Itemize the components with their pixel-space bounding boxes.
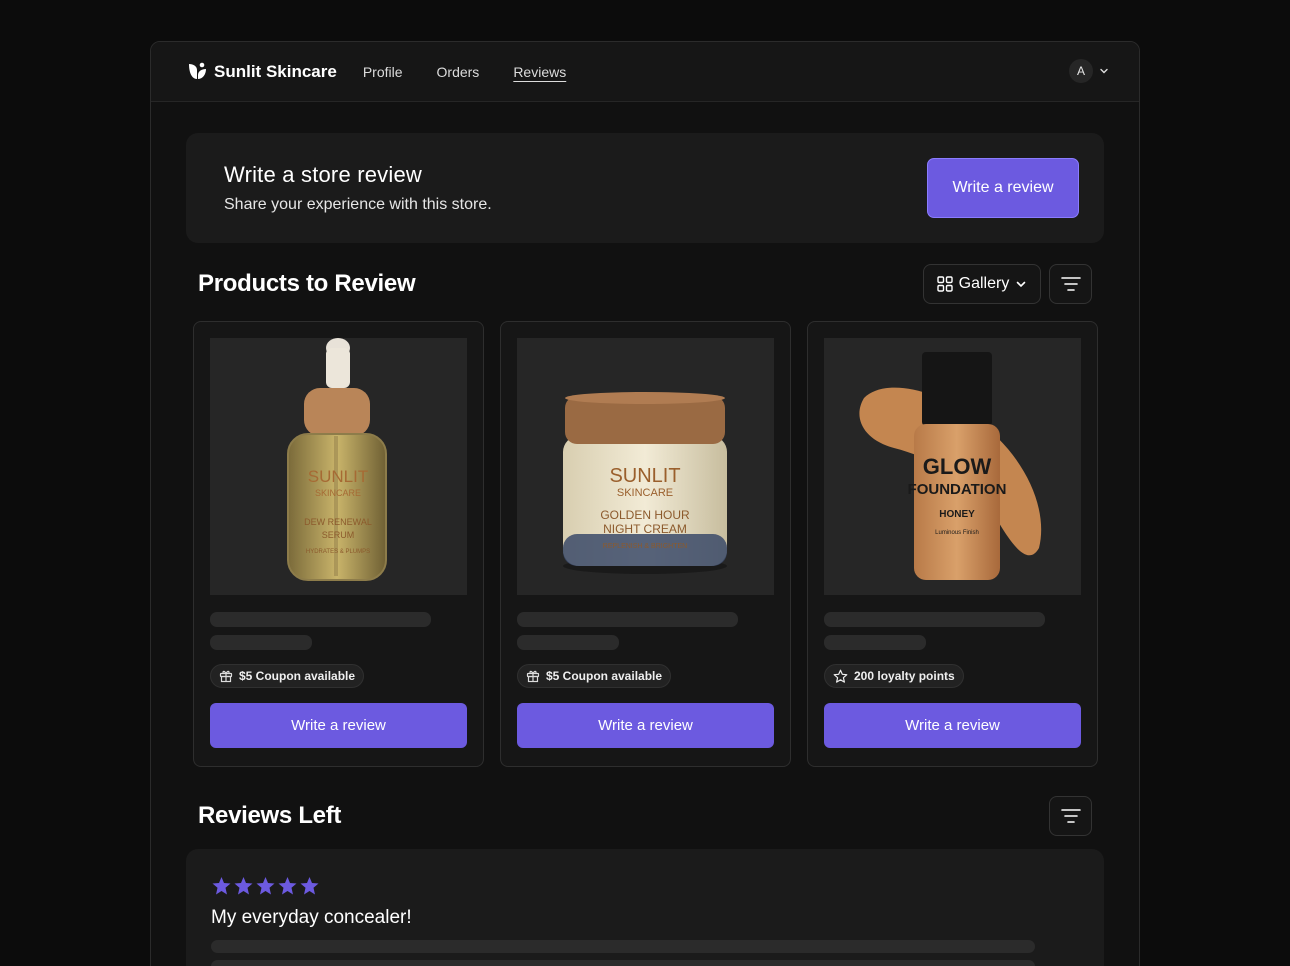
product-image-text: SKINCARE — [315, 488, 361, 498]
write-store-review-button[interactable]: Write a review — [927, 158, 1079, 218]
product-image-serum: SUNLIT SKINCARE DEW RENEWAL SERUM HYDRAT… — [210, 338, 467, 595]
loading-placeholder — [211, 940, 1035, 953]
product-image-text: SKINCARE — [617, 487, 673, 499]
account-menu[interactable]: A — [1069, 59, 1109, 83]
reward-text: $5 Coupon available — [239, 669, 356, 683]
nav-link-reviews[interactable]: Reviews — [513, 64, 566, 80]
review-title: My everyday concealer! — [211, 907, 412, 928]
star-filled-icon — [256, 877, 275, 895]
write-review-button[interactable]: Write a review — [824, 703, 1081, 748]
product-image-text: SUNLIT — [308, 467, 368, 486]
loading-placeholder — [517, 612, 738, 627]
grid-icon — [936, 276, 953, 292]
product-image-text: DEW RENEWAL — [304, 517, 372, 527]
brand[interactable]: Sunlit Skincare — [187, 61, 337, 82]
filter-icon — [1060, 277, 1081, 291]
product-image-text: HYDRATES & PLUMPS — [306, 549, 370, 555]
reward-text: $5 Coupon available — [546, 669, 663, 683]
product-image-text: GLOW — [923, 454, 992, 479]
reward-text: 200 loyalty points — [854, 669, 955, 683]
gift-icon — [219, 670, 233, 683]
write-review-button[interactable]: Write a review — [210, 703, 467, 748]
loading-placeholder — [210, 612, 431, 627]
product-image-text: REPLENISH & BRIGHTEN — [603, 543, 687, 550]
product-image-foundation: GLOW FOUNDATION HONEY Luminous Finish — [824, 338, 1081, 595]
products-section-title: Products to Review — [198, 270, 416, 297]
products-filter-button[interactable] — [1049, 264, 1092, 304]
nav-links: Profile Orders Reviews — [363, 64, 566, 80]
product-image-text: HONEY — [939, 509, 975, 520]
product-image-text: GOLDEN HOUR — [600, 508, 690, 522]
star-filled-icon — [234, 877, 253, 895]
gift-icon — [526, 670, 540, 683]
star-filled-icon — [212, 877, 231, 895]
product-card: GLOW FOUNDATION HONEY Luminous Finish 20… — [807, 321, 1098, 767]
filter-icon — [1060, 809, 1081, 823]
view-mode-dropdown[interactable]: Gallery — [923, 264, 1041, 304]
view-mode-label: Gallery — [958, 275, 1010, 292]
reward-badge: $5 Coupon available — [517, 664, 672, 688]
chevron-down-icon — [1100, 68, 1108, 74]
star-rating — [211, 876, 320, 896]
nav-link-orders[interactable]: Orders — [437, 64, 480, 80]
product-image-text: SERUM — [322, 530, 355, 540]
app-window: Sunlit Skincare Profile Orders Reviews A… — [150, 41, 1140, 966]
reviews-section-title: Reviews Left — [198, 802, 342, 829]
star-filled-icon — [300, 877, 319, 895]
loading-placeholder — [824, 612, 1045, 627]
product-image-text: SUNLIT — [609, 465, 680, 487]
loading-placeholder — [824, 635, 926, 650]
loading-placeholder — [210, 635, 312, 650]
loading-placeholder — [211, 960, 1035, 966]
star-filled-icon — [278, 877, 297, 895]
product-image-text: FOUNDATION — [908, 481, 1007, 498]
product-image-night-cream: SUNLIT SKINCARE GOLDEN HOUR NIGHT CREAM … — [517, 338, 774, 595]
product-image-text: Luminous Finish — [935, 530, 979, 536]
reward-badge: 200 loyalty points — [824, 664, 964, 688]
write-review-button[interactable]: Write a review — [517, 703, 774, 748]
top-nav: Sunlit Skincare Profile Orders Reviews A — [151, 42, 1139, 102]
reward-badge: $5 Coupon available — [210, 664, 365, 688]
store-review-title: Write a store review — [224, 162, 422, 187]
store-review-banner: Write a store review Share your experien… — [186, 133, 1104, 243]
brand-logo-icon — [189, 62, 206, 79]
reviews-filter-button[interactable] — [1049, 796, 1092, 836]
avatar[interactable]: A — [1069, 59, 1093, 83]
chevron-down-icon — [1017, 281, 1026, 288]
nav-link-profile[interactable]: Profile — [363, 64, 403, 80]
review-item[interactable]: My everyday concealer! — [186, 849, 1104, 966]
store-review-subtitle: Share your experience with this store. — [224, 196, 492, 213]
loading-placeholder — [517, 635, 619, 650]
brand-name: Sunlit Skincare — [214, 61, 337, 81]
product-image-text: NIGHT CREAM — [603, 522, 687, 536]
product-card: SUNLIT SKINCARE DEW RENEWAL SERUM HYDRAT… — [193, 321, 484, 767]
star-icon — [833, 669, 848, 683]
product-card: SUNLIT SKINCARE GOLDEN HOUR NIGHT CREAM … — [500, 321, 791, 767]
